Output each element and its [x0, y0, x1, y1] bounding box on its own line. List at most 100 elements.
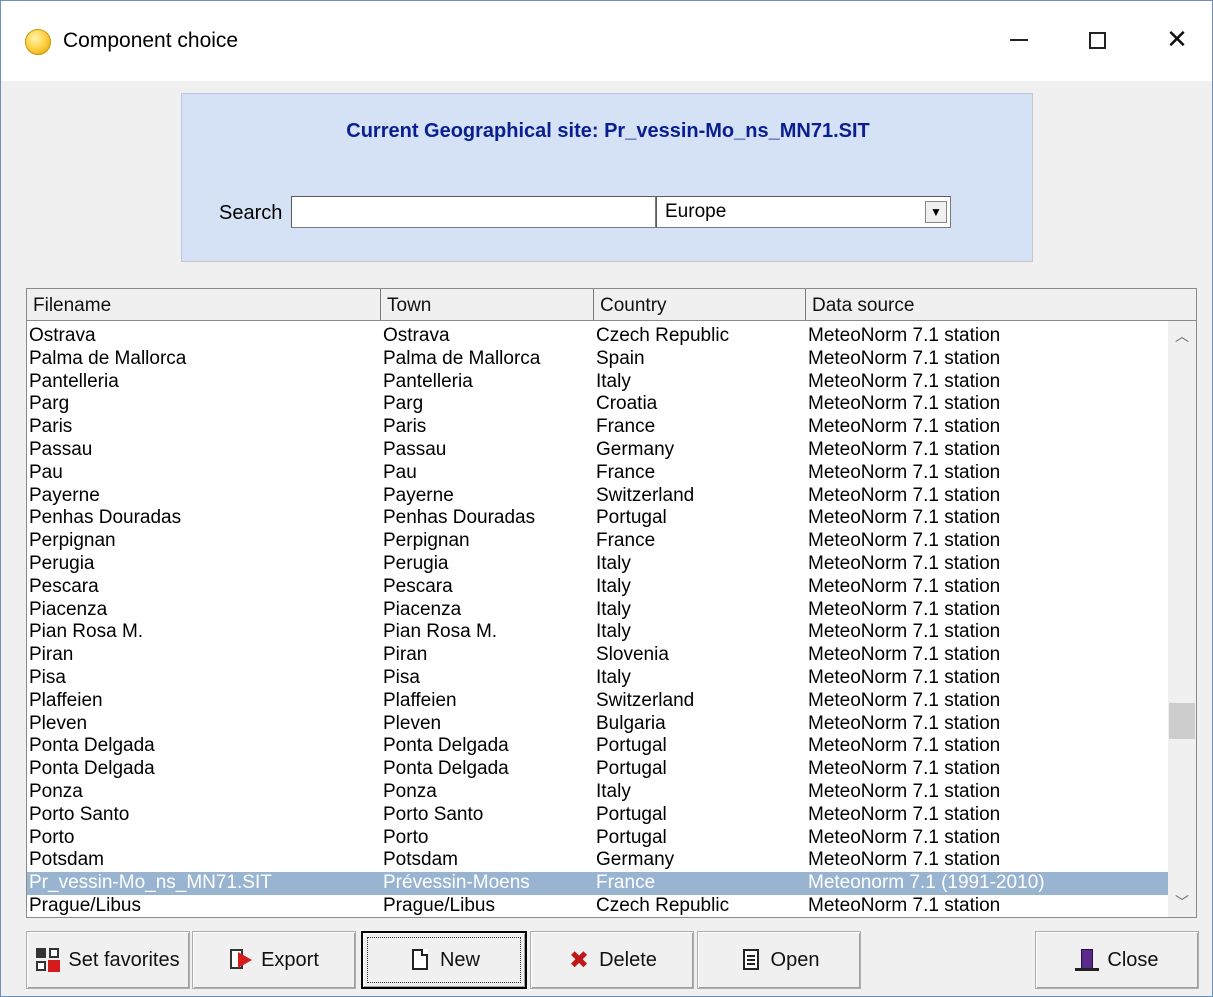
country-cell: Croatia — [596, 393, 658, 415]
filename-cell: Plaffeien — [29, 689, 103, 711]
town-cell: Payerne — [383, 484, 454, 506]
list-item[interactable]: Pian Rosa M. Pian Rosa M. Italy MeteoNorm 7… — [27, 621, 1168, 644]
filename-cell: Prague/Libus — [29, 894, 141, 915]
list-item[interactable]: Palma de Mallorca Palma de Mallorca Spain M… — [27, 348, 1168, 371]
list-item[interactable]: Penhas Douradas Penhas Douradas Portugal Me… — [27, 507, 1168, 530]
vertical-scrollbar[interactable]: ︿ ﹀ — [1168, 321, 1196, 917]
list-item[interactable]: Ostrava Ostrava Czech Republic MeteoNorm 7.… — [27, 325, 1168, 348]
town-cell: Perpignan — [383, 530, 470, 552]
filename-cell: Potsdam — [29, 849, 104, 871]
delete-label: Delete — [599, 948, 657, 971]
column-header-country[interactable]: Country — [593, 289, 805, 320]
list-item[interactable]: Pescara Pescara Italy MeteoNorm 7.1 station — [27, 576, 1168, 599]
minimize-button[interactable] — [989, 15, 1049, 65]
filename-cell: Penhas Douradas — [29, 507, 182, 529]
list-item[interactable]: Payerne Payerne Switzerland MeteoNorm 7.1 s… — [27, 485, 1168, 508]
set-favorites-label: Set favorites — [68, 948, 180, 971]
country-cell: Germany — [596, 849, 675, 871]
list-header: Filename Town Country Data source — [27, 289, 1196, 321]
town-cell: Paris — [383, 416, 427, 438]
component-list[interactable]: Filename Town Country Data source Ostrav… — [26, 288, 1197, 918]
scroll-down-icon[interactable]: ﹀ — [1168, 891, 1196, 913]
list-item[interactable]: Pr_vessin-Mo_ns_MN71.SIT Prévessin-Moens F… — [27, 872, 1168, 895]
town-cell: Porto Santo — [383, 803, 484, 825]
data-source-cell: MeteoNorm 7.1 station — [808, 370, 1001, 392]
filename-cell: Perugia — [29, 552, 95, 574]
column-header-town[interactable]: Town — [380, 289, 593, 320]
list-item[interactable]: Perpignan Perpignan France MeteoNorm 7.1 st… — [27, 530, 1168, 553]
list-item[interactable]: Pisa Pisa Italy MeteoNorm 7.1 station — [27, 667, 1168, 690]
export-button[interactable]: Export — [192, 931, 356, 989]
minimize-icon — [1010, 39, 1028, 41]
filename-cell: Ostrava — [29, 325, 96, 346]
close-window-button[interactable]: ✕ — [1147, 15, 1207, 65]
country-cell: Portugal — [596, 735, 667, 757]
dropdown-arrow-icon[interactable]: ▼ — [925, 201, 947, 223]
country-cell: Italy — [596, 370, 631, 392]
data-source-cell: MeteoNorm 7.1 station — [808, 758, 1001, 780]
exit-door-icon — [1075, 948, 1100, 972]
data-source-cell: MeteoNorm 7.1 station — [808, 575, 1001, 597]
delete-button[interactable]: ✖ Delete — [530, 931, 694, 989]
data-source-cell: MeteoNorm 7.1 station — [808, 438, 1001, 460]
list-item[interactable]: Ponza Ponza Italy MeteoNorm 7.1 station — [27, 781, 1168, 804]
site-panel: Current Geographical site: Pr_vessin-Mo_… — [181, 93, 1033, 262]
town-cell: Ponza — [383, 780, 437, 802]
column-header-data-source[interactable]: Data source — [805, 289, 1196, 320]
town-cell: Ostrava — [383, 325, 450, 346]
town-cell: Pleven — [383, 712, 442, 734]
country-cell: Czech Republic — [596, 325, 730, 346]
list-item[interactable]: Ponta Delgada Ponta Delgada Portugal MeteoN… — [27, 735, 1168, 758]
search-input[interactable] — [291, 196, 656, 228]
list-item[interactable]: Pau Pau France MeteoNorm 7.1 station — [27, 462, 1168, 485]
data-source-cell: Meteonorm 7.1 (1991-2010) — [808, 872, 1045, 894]
country-cell: Czech Republic — [596, 894, 730, 915]
maximize-button[interactable] — [1067, 15, 1127, 65]
data-source-cell: MeteoNorm 7.1 station — [808, 530, 1001, 552]
data-source-cell: MeteoNorm 7.1 station — [808, 780, 1001, 802]
list-item[interactable]: Porto Santo Porto Santo Portugal MeteoNorm … — [27, 804, 1168, 827]
list-item[interactable]: Perugia Perugia Italy MeteoNorm 7.1 station — [27, 553, 1168, 576]
list-item[interactable]: Potsdam Potsdam Germany MeteoNorm 7.1 stati… — [27, 849, 1168, 872]
country-cell: Portugal — [596, 803, 667, 825]
list-item[interactable]: Prague/Libus Prague/Libus Czech Republic Me… — [27, 895, 1168, 915]
scroll-up-icon[interactable]: ︿ — [1168, 325, 1196, 347]
list-item[interactable]: Pleven Pleven Bulgaria MeteoNorm 7.1 statio… — [27, 713, 1168, 736]
list-item[interactable]: Piacenza Piacenza Italy MeteoNorm 7.1 stati… — [27, 599, 1168, 622]
list-item[interactable]: Ponta Delgada Ponta Delgada Portugal MeteoN… — [27, 758, 1168, 781]
list-item[interactable]: Paris Paris France MeteoNorm 7.1 station — [27, 416, 1168, 439]
close-icon: ✕ — [1166, 25, 1188, 55]
scroll-thumb[interactable] — [1169, 703, 1195, 739]
data-source-cell: MeteoNorm 7.1 station — [808, 712, 1001, 734]
country-cell: Portugal — [596, 826, 667, 848]
town-cell: Piran — [383, 644, 428, 666]
open-button[interactable]: Open — [697, 931, 861, 989]
data-source-cell: MeteoNorm 7.1 station — [808, 552, 1001, 574]
list-item[interactable]: Passau Passau Germany MeteoNorm 7.1 station — [27, 439, 1168, 462]
town-cell: Pau — [383, 461, 417, 483]
new-button[interactable]: New — [361, 931, 527, 989]
town-cell: Prague/Libus — [383, 894, 495, 915]
data-source-cell: MeteoNorm 7.1 station — [808, 826, 1001, 848]
list-item[interactable]: Porto Porto Portugal MeteoNorm 7.1 station — [27, 827, 1168, 850]
country-cell: Italy — [596, 621, 631, 643]
country-cell: Italy — [596, 552, 631, 574]
country-cell: Bulgaria — [596, 712, 666, 734]
data-source-cell: MeteoNorm 7.1 station — [808, 484, 1001, 506]
town-cell: Passau — [383, 438, 447, 460]
country-cell: Italy — [596, 575, 631, 597]
filename-cell: Pescara — [29, 575, 99, 597]
title-bar[interactable]: Component choice ✕ — [1, 1, 1212, 81]
list-item[interactable]: Piran Piran Slovenia MeteoNorm 7.1 station — [27, 644, 1168, 667]
column-header-filename[interactable]: Filename — [27, 289, 380, 320]
list-item[interactable]: Parg Parg Croatia MeteoNorm 7.1 station — [27, 393, 1168, 416]
data-source-cell: MeteoNorm 7.1 station — [808, 666, 1001, 688]
list-item[interactable]: Pantelleria Pantelleria Italy MeteoNorm 7.1… — [27, 371, 1168, 394]
set-favorites-button[interactable]: Set favorites — [26, 931, 190, 989]
filename-cell: Perpignan — [29, 530, 116, 552]
region-select[interactable]: Europe ▼ — [656, 196, 951, 228]
favorites-icon — [36, 948, 61, 972]
country-cell: France — [596, 461, 656, 483]
close-button[interactable]: Close — [1035, 931, 1199, 989]
list-item[interactable]: Plaffeien Plaffeien Switzerland MeteoNorm 7… — [27, 690, 1168, 713]
